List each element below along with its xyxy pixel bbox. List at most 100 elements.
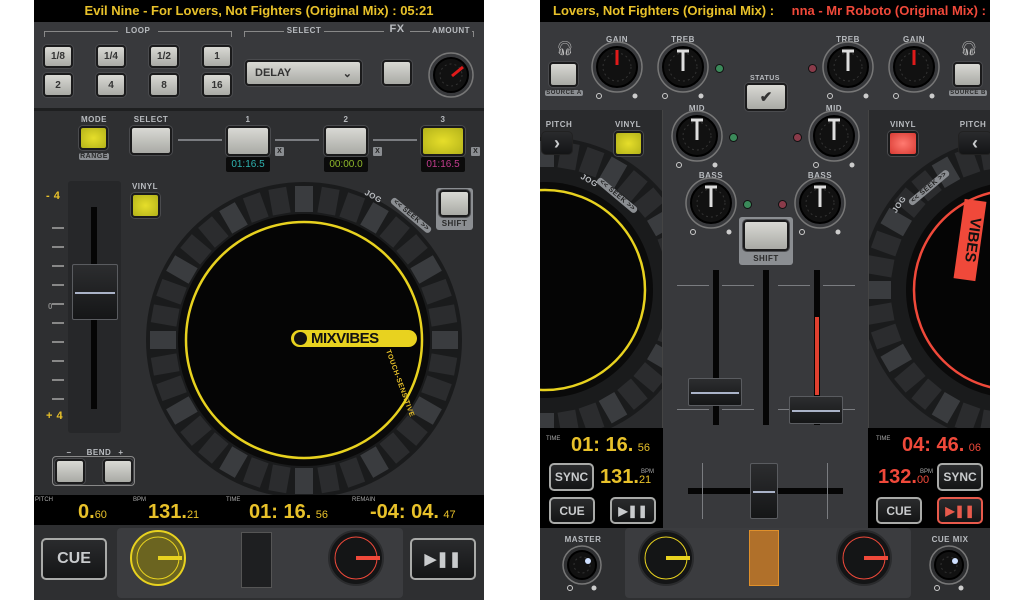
pitch-value: 0. — [78, 501, 95, 523]
deck-a-pitch-label: PITCH — [545, 120, 573, 129]
bass-a-knob[interactable] — [685, 177, 737, 242]
headphones-a-icon: 🎧︎ — [556, 40, 574, 56]
knob-graphic — [888, 41, 940, 99]
jog-segment — [869, 281, 891, 299]
treb-a-knob[interactable] — [657, 41, 709, 106]
master-volume-knob[interactable] — [562, 545, 602, 598]
deck-a-mini-platter[interactable] — [636, 528, 696, 588]
cue-point-3-button[interactable] — [421, 126, 465, 156]
deck-b-bpm: 132. — [878, 466, 917, 488]
crossfader-handle[interactable] — [750, 463, 778, 519]
mixer-shift-button[interactable] — [743, 220, 789, 251]
bend-plus-button[interactable] — [103, 459, 133, 484]
shift-button[interactable] — [439, 190, 470, 217]
logo-dot-icon — [294, 332, 307, 345]
fx-select-dropdown[interactable]: DELAY ⌄ — [245, 60, 362, 86]
deck-a-cue-button[interactable]: CUE — [549, 497, 595, 524]
loop-1-button[interactable]: 1 — [202, 45, 232, 68]
cue-point-2-button[interactable] — [324, 126, 368, 156]
deck-b-bpm-decimal: 00 — [916, 474, 930, 486]
headphones-b-icon: 🎧︎ — [960, 40, 978, 56]
knob-graphic — [822, 41, 874, 99]
loop-1-8-button[interactable]: 1/8 — [43, 45, 73, 68]
mixer-shift-label: SHIFT — [753, 254, 779, 263]
readout-bar: PITCH 0.60 BPM 131.21 TIME 01: 16. 56 RE… — [34, 495, 484, 525]
deck-b-sync-button[interactable]: SYNC — [937, 463, 983, 491]
knob-graphic — [671, 110, 723, 168]
gain-a-knob[interactable] — [591, 41, 643, 106]
deck-b-vinyl-label: VINYL — [889, 120, 917, 129]
knob-graphic — [591, 41, 643, 99]
deck-a-vinyl-label: VINYL — [614, 120, 642, 129]
bpm-value: 131. — [148, 501, 187, 523]
mini-mixer-icon-active[interactable] — [749, 530, 779, 586]
deck-a-pitch-button[interactable]: › — [541, 131, 573, 155]
knob-graphic — [562, 545, 602, 591]
bend-minus-button[interactable] — [55, 459, 85, 484]
mode-label: MODE — [81, 115, 107, 124]
amount-label: AMOUNT — [430, 26, 472, 35]
cue-mix-knob[interactable] — [929, 545, 969, 598]
play-pause-button[interactable]: ▶❚❚ — [410, 538, 476, 580]
deck-b-cue-button[interactable]: CUE — [876, 497, 922, 524]
mid-b-led — [793, 133, 802, 142]
treb-b-led — [808, 64, 817, 73]
channel-b-fader[interactable] — [789, 396, 843, 424]
loop-4-button[interactable]: 4 — [96, 73, 126, 97]
cue-point-2-clear[interactable]: X — [373, 147, 382, 156]
pitch-range-top: - 4 — [46, 190, 61, 202]
deck-b-mini-platter[interactable] — [326, 528, 386, 588]
deck-b-mini-platter[interactable] — [834, 528, 894, 588]
pitch-readout-label: PITCH — [35, 497, 53, 503]
cue-point-1-time: 01:16.5 — [226, 157, 270, 172]
deck-b-vinyl-button[interactable] — [888, 131, 918, 156]
fx-select-label: SELECT — [284, 26, 324, 35]
bass-a-led — [743, 200, 752, 209]
cue-point-1-button[interactable] — [226, 126, 270, 156]
deck-a-bpm-decimal: 21 — [638, 474, 652, 486]
loop-8-button[interactable]: 8 — [149, 73, 179, 97]
deck-b-pitch-button[interactable]: ‹ — [958, 131, 990, 155]
deck-a-play-button[interactable]: ▶❚❚ — [610, 497, 656, 524]
deck-a-vinyl-button[interactable] — [614, 131, 643, 156]
deck-b-play-button[interactable]: ▶❚❚ — [937, 497, 983, 524]
platter-marker — [666, 556, 690, 560]
mid-b-knob[interactable] — [808, 110, 860, 175]
loop-1-4-button[interactable]: 1/4 — [96, 45, 126, 68]
deck-a-mini-platter[interactable] — [128, 528, 188, 588]
cue-point-1-clear[interactable]: X — [275, 147, 284, 156]
channel-a-fader[interactable] — [688, 378, 742, 406]
mid-a-knob[interactable] — [671, 110, 723, 175]
deck-a-time: 01: 16. — [571, 434, 634, 456]
knob-graphic — [808, 110, 860, 168]
platter-marker — [864, 556, 888, 560]
fx-amount-knob[interactable] — [428, 52, 474, 111]
cue-button[interactable]: CUE — [41, 538, 107, 580]
loop-1-2-button[interactable]: 1/2 — [149, 45, 179, 68]
bass-b-knob[interactable] — [794, 177, 846, 242]
source-a-button[interactable] — [549, 62, 578, 87]
master-meter-track — [763, 270, 769, 425]
gain-b-knob[interactable] — [888, 41, 940, 106]
treb-b-knob[interactable] — [822, 41, 874, 106]
status-button[interactable]: ✔ — [745, 83, 787, 111]
cue-mode-button[interactable] — [79, 126, 108, 150]
bpm-value-decimal: 21 — [186, 509, 200, 521]
cue-select-button[interactable] — [130, 126, 172, 155]
loop-16-button[interactable]: 16 — [202, 73, 232, 97]
source-b-button[interactable] — [953, 62, 982, 87]
cue-point-3-clear[interactable]: X — [471, 147, 480, 156]
bpm-readout-label: BPM — [133, 497, 147, 503]
fx-label: FX — [384, 23, 410, 35]
knob-graphic — [794, 177, 846, 235]
platter-marker — [158, 556, 182, 560]
deck-a-bpm: 131. — [600, 466, 639, 488]
jog-segment — [432, 331, 458, 349]
pitch-slider-handle[interactable] — [72, 264, 118, 320]
mid-a-led — [729, 133, 738, 142]
mini-mixer-icon[interactable] — [241, 532, 272, 588]
deck-a-sync-button[interactable]: SYNC — [549, 463, 594, 491]
loop-2-button[interactable]: 2 — [43, 73, 73, 97]
fx-toggle-button[interactable] — [382, 60, 412, 86]
track-title-ticker: Lovers, Not Fighters (Original Mix) : nn… — [540, 0, 990, 22]
